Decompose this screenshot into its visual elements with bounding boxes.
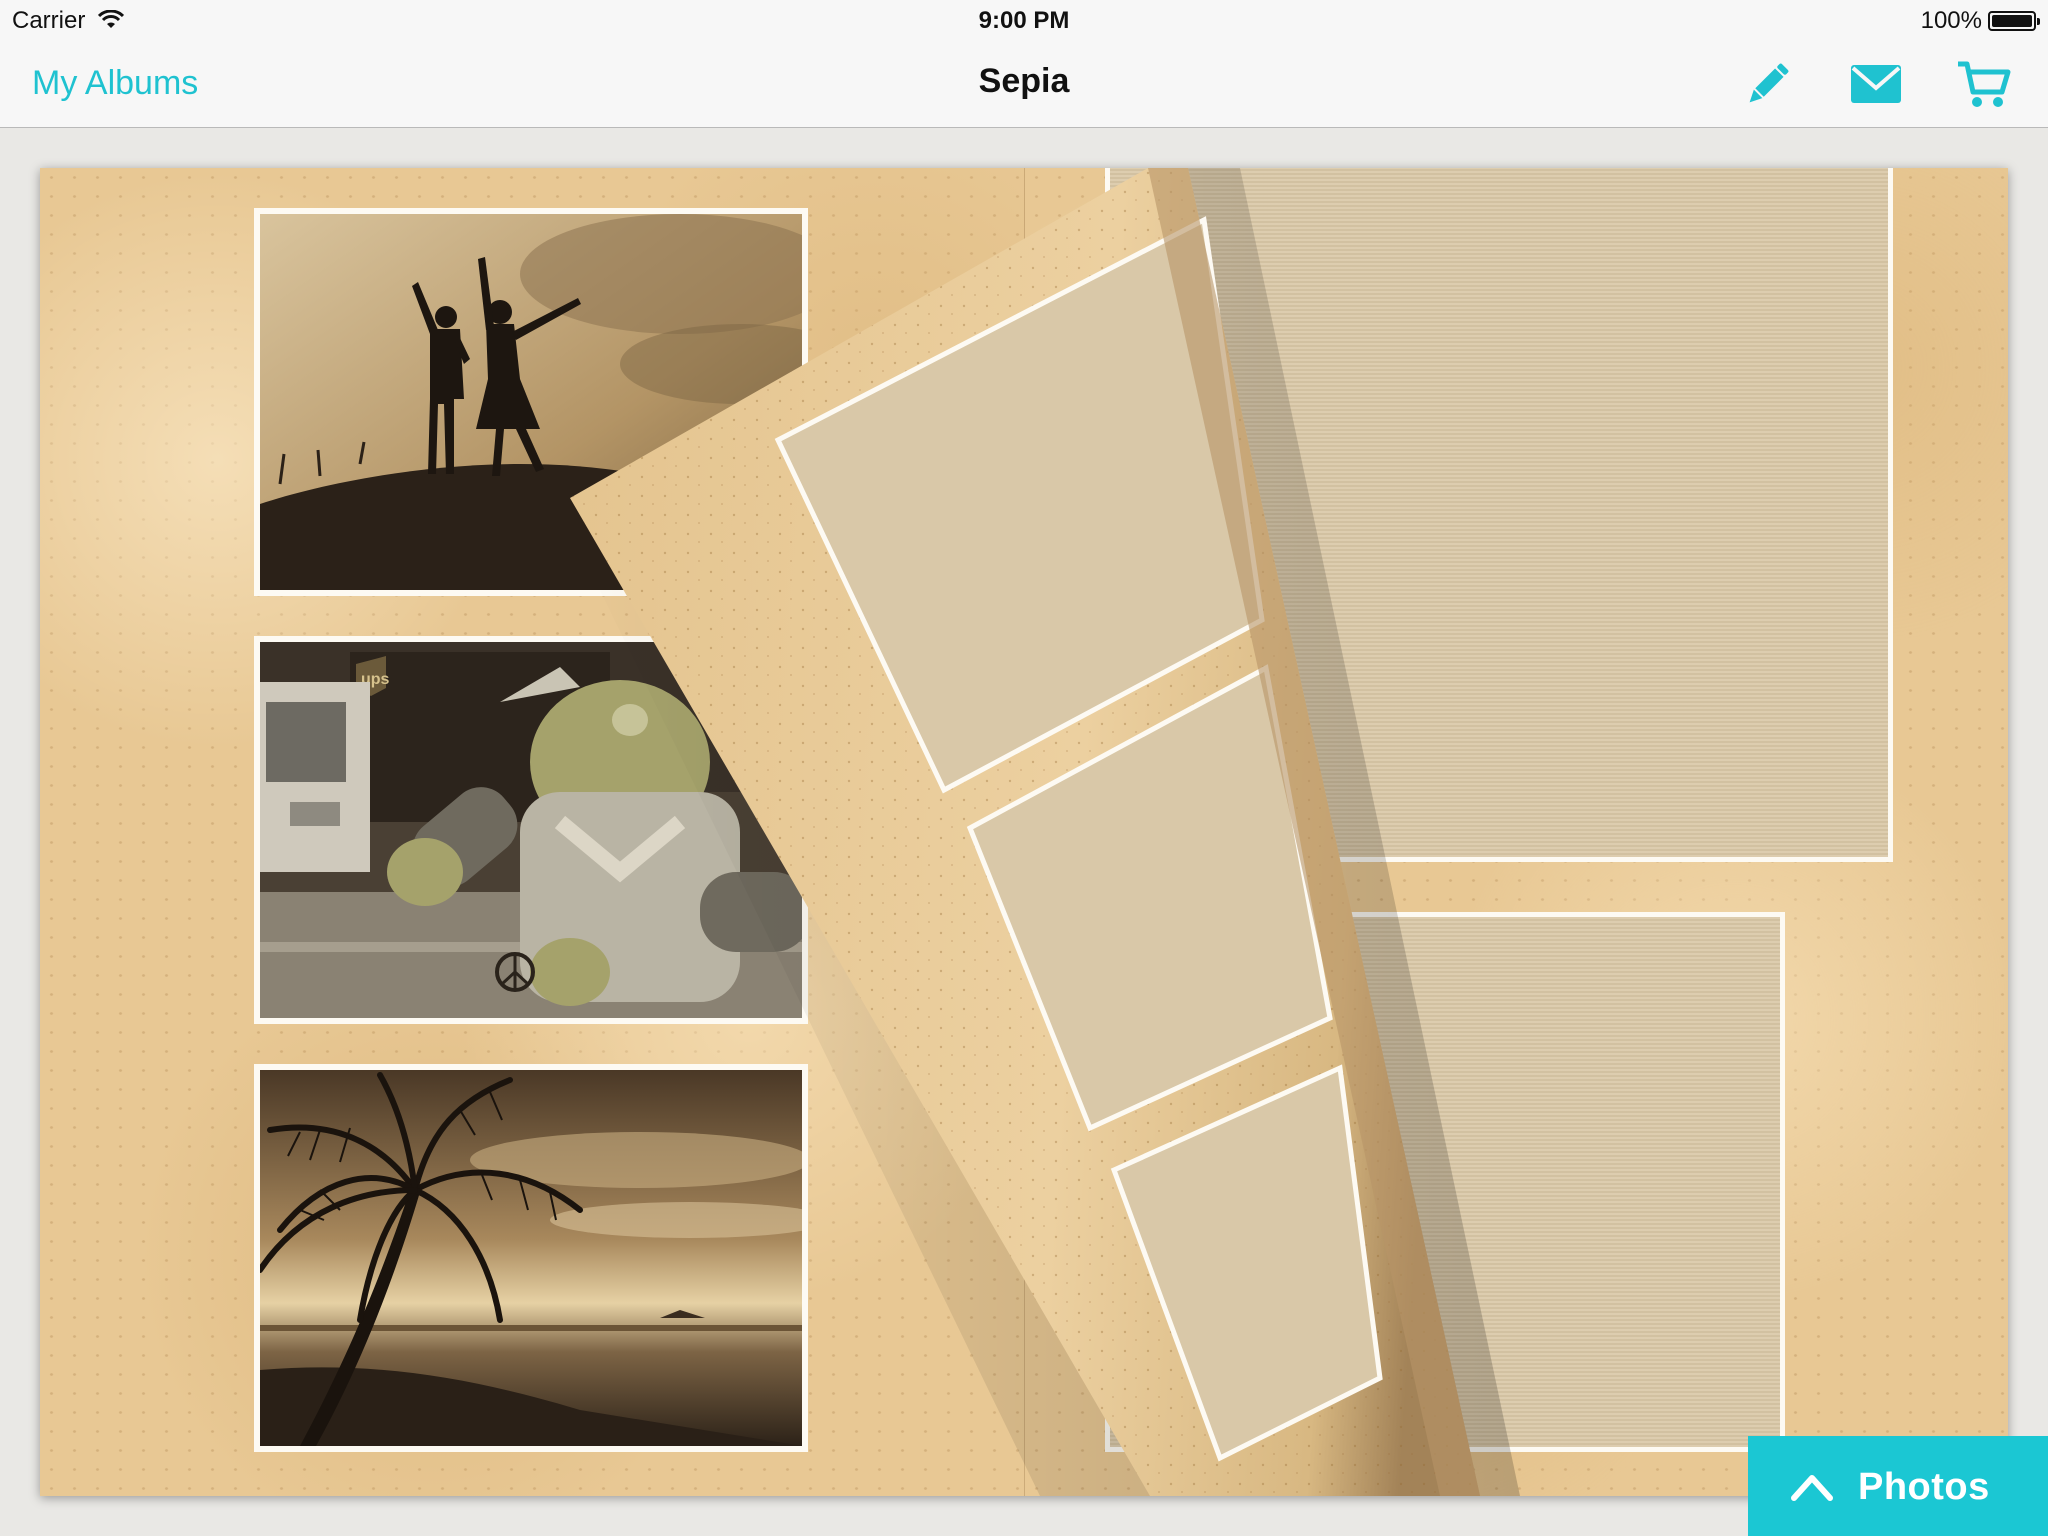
chevron-up-icon <box>1790 1466 1834 1511</box>
clock: 9:00 PM <box>978 7 1070 34</box>
battery-icon <box>1988 11 2040 31</box>
palm-tree-photo <box>260 1070 802 1446</box>
pencil-icon <box>1740 63 1796 116</box>
photo-slot-silhouettes[interactable] <box>254 208 808 596</box>
empty-photo-slot-top[interactable] <box>1105 168 1893 862</box>
photos-drawer-button[interactable]: Photos <box>1748 1436 2048 1536</box>
right-page <box>1024 168 2008 1496</box>
status-bar: Carrier 9:00 PM 100% <box>0 0 2048 40</box>
left-page: ups <box>40 168 1024 1496</box>
battery-percentage: 100% <box>1920 7 1982 34</box>
cart-button[interactable] <box>1956 56 2012 112</box>
silhouette-photo <box>260 214 802 590</box>
cart-icon <box>1956 61 2012 116</box>
photo-slot-android[interactable]: ups <box>254 636 808 1024</box>
photos-button-label: Photos <box>1858 1466 1990 1508</box>
mail-icon <box>1848 65 1904 116</box>
share-email-button[interactable] <box>1848 56 1904 112</box>
android-photo: ups <box>260 642 802 1018</box>
photo-slot-palm-tree[interactable] <box>254 1064 808 1452</box>
navigation-bar: My Albums Sepia <box>0 40 2048 128</box>
empty-photo-slot-bottom[interactable] <box>1105 912 1785 1452</box>
album-spread[interactable]: ups <box>40 168 2008 1496</box>
edit-button[interactable] <box>1740 56 1796 112</box>
